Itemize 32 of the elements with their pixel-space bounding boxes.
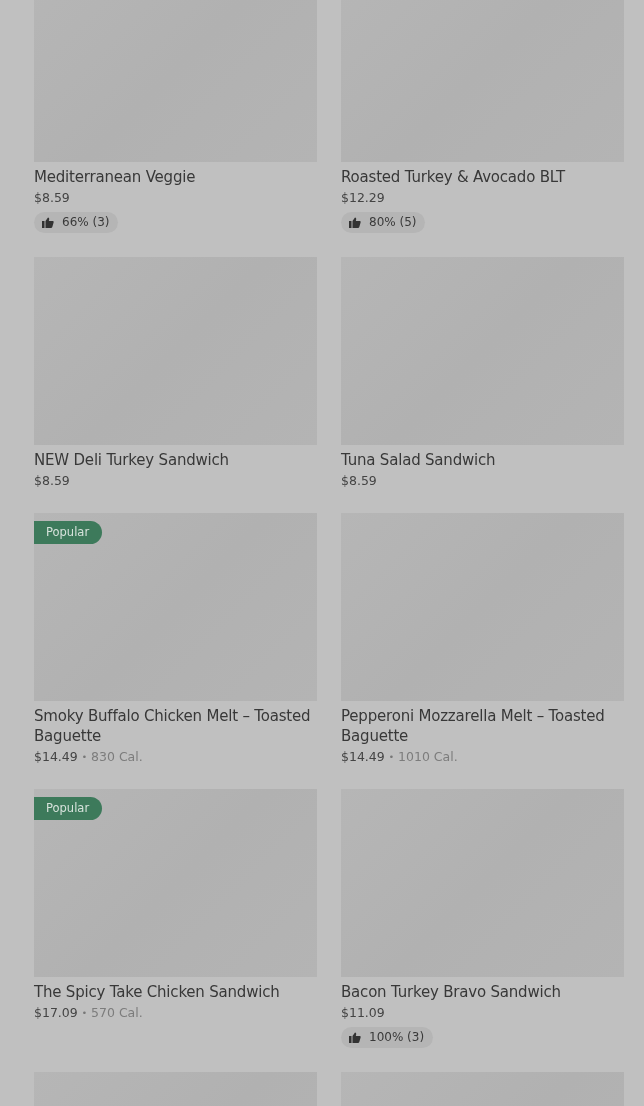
item-title: NEW Deli Turkey Sandwich <box>34 450 229 470</box>
item-title: Bacon Turkey Bravo Sandwich <box>341 982 561 1002</box>
item-title: Roasted Turkey & Avocado BLT <box>341 167 565 187</box>
item-price: $14.49 <box>34 749 78 765</box>
item-calories: 1010 Cal. <box>398 749 458 765</box>
item-title: Tuna Salad Sandwich <box>341 450 496 470</box>
image-placeholder[interactable] <box>34 513 317 701</box>
image-placeholder[interactable] <box>34 789 317 977</box>
rating-chip: 80% (5) <box>341 212 426 233</box>
item-calories: 830 Cal. <box>91 749 143 765</box>
thumbs-up-icon <box>349 1031 361 1043</box>
thumbs-up-icon <box>42 216 54 228</box>
thumbs-up-icon <box>349 216 361 228</box>
item-price: $11.09 <box>341 1005 385 1021</box>
popular-badge: Popular <box>34 797 103 820</box>
item-price: $17.09 <box>34 1005 78 1021</box>
item-title: Mediterranean Veggie <box>34 167 196 187</box>
item-title: Pepperoni Mozzarella Melt – Toasted Baguette <box>341 706 606 746</box>
item-title: Smoky Buffalo Chicken Melt – Toasted Baguette <box>34 706 312 746</box>
rating-chip: 66% (3) <box>34 212 119 233</box>
item-price: $8.59 <box>34 473 70 489</box>
separator-dot: • <box>81 751 88 764</box>
rating-chip: 100% (3) <box>341 1027 434 1048</box>
item-price: $8.59 <box>341 473 377 489</box>
popular-badge: Popular <box>34 521 103 544</box>
item-price: $14.49 <box>341 749 385 765</box>
item-price: $12.29 <box>341 190 385 206</box>
item-calories: 570 Cal. <box>91 1005 143 1021</box>
separator-dot: • <box>81 1007 88 1020</box>
separator-dot: • <box>388 751 395 764</box>
item-title: The Spicy Take Chicken Sandwich <box>34 982 280 1002</box>
item-price: $8.59 <box>34 190 70 206</box>
